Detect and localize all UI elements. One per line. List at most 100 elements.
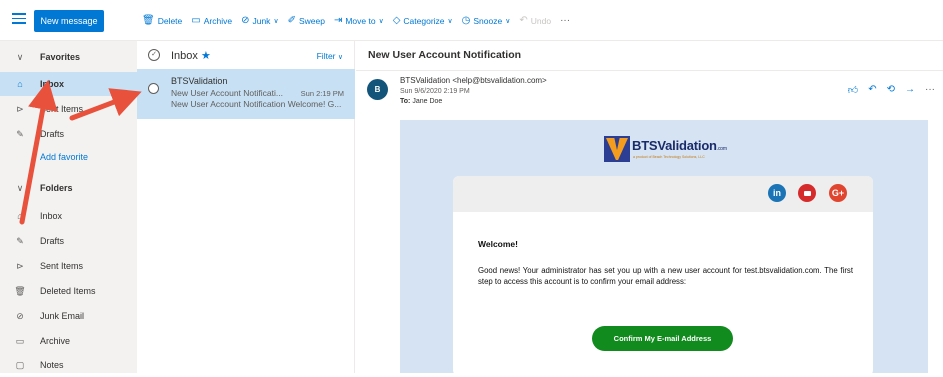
email-actions: 👍︎ ↶ ⟲ → ··· (838, 84, 935, 96)
move-icon: ⇥ (333, 15, 343, 26)
message-list-header: ✓ Inbox ★ Filter ∨ (137, 41, 355, 69)
filter-button[interactable]: Filter ∨ (317, 51, 343, 61)
youtube-icon[interactable] (798, 184, 816, 202)
block-icon: ⊘ (16, 310, 24, 321)
message-select-radio[interactable] (148, 83, 159, 94)
pencil-icon: ✎ (16, 235, 24, 246)
trash-icon: 🗑 (14, 285, 26, 296)
message-time: Sun 2:19 PM (300, 89, 344, 98)
snooze-button[interactable]: ◷ Snooze ∨ (461, 15, 511, 27)
message-preview: New User Account Notification Welcome! G… (171, 99, 342, 109)
to-label: To: (400, 98, 411, 105)
nav-item-label: Sent Items (40, 261, 84, 271)
welcome-heading: Welcome! (478, 239, 518, 249)
chevron-down-icon: ∨ (337, 54, 343, 61)
chevron-down-icon: ∨ (505, 18, 511, 25)
message-list-item[interactable]: BTSValidation New User Account Notificat… (137, 69, 355, 119)
reply-icon[interactable]: ↶ (868, 84, 876, 96)
add-favorite-link[interactable]: Add favorite (0, 145, 137, 169)
logo-tagline: a product of Beach Technology Solutions,… (633, 155, 705, 159)
inbox-icon: ⌂ (17, 79, 23, 89)
star-icon[interactable]: ★ (201, 50, 211, 62)
folder-pane: ∨ Favorites ⌂ Inbox ⊳ Sent Items ✎ Drafts Ad… (0, 41, 137, 373)
list-title-text: Inbox (171, 50, 198, 62)
nav-item-drafts[interactable]: ✎ Drafts (0, 229, 137, 253)
email-card: in G+ Welcome! Good news! Your administr… (453, 176, 873, 376)
command-bar: New message 🗑 Delete ▭ Archive ⊘ Junk ∨ ✐ Swe… (0, 0, 943, 41)
nav-item-label: Archive (40, 336, 71, 346)
junk-button[interactable]: ⊘ Junk ∨ (241, 15, 279, 27)
favorites-header[interactable]: ∨ Favorites (0, 45, 137, 69)
move-to-label: Move to (345, 16, 376, 26)
nav-item-label: Junk Email (40, 311, 85, 321)
more-icon[interactable]: ··· (925, 84, 935, 96)
recipient-name[interactable]: Jane Doe (412, 98, 442, 105)
move-to-button[interactable]: ⇥ Move to ∨ (333, 15, 384, 27)
chevron-down-icon: ∨ (273, 18, 279, 25)
logo-mark (604, 136, 630, 162)
btsvalidation-logo: BTSValidation.com a product of Beach Tec… (604, 136, 727, 164)
filter-label: Filter (316, 51, 336, 61)
delete-label: Delete (157, 16, 183, 26)
broom-icon: ✐ (287, 15, 296, 26)
nav-item-deleted-items[interactable]: 🗑 Deleted Items (0, 279, 137, 303)
new-message-button[interactable]: New message (34, 10, 104, 32)
archive-icon: ▭ (15, 335, 25, 346)
nav-item-archive[interactable]: ▭ Archive (0, 329, 137, 353)
undo-label: Undo (530, 16, 552, 26)
nav-item-sent-items[interactable]: ⊳ Sent Items (0, 254, 137, 278)
nav-item-label: Inbox (40, 79, 64, 89)
nav-item-favorites-inbox[interactable]: ⌂ Inbox (0, 72, 137, 96)
block-icon: ⊘ (241, 15, 250, 26)
nav-item-favorites-drafts[interactable]: ✎ Drafts (0, 122, 137, 146)
nav-item-junk-email[interactable]: ⊘ Junk Email (0, 304, 137, 328)
clock-icon: ◷ (461, 15, 471, 26)
chevron-down-icon: ∨ (16, 51, 24, 62)
sender-avatar[interactable]: B (367, 79, 388, 100)
send-icon: ⊳ (16, 260, 24, 271)
logo-suffix: .com (716, 146, 727, 152)
categorize-label: Categorize (403, 16, 445, 26)
linkedin-icon[interactable]: in (768, 184, 786, 202)
confirm-email-button[interactable]: Confirm My E-mail Address (592, 326, 733, 351)
sweep-button[interactable]: ✐ Sweep (287, 15, 325, 27)
chevron-down-icon: ∨ (378, 18, 384, 25)
forward-icon[interactable]: → (905, 84, 915, 96)
undo-button[interactable]: ↶ Undo (519, 16, 552, 27)
categorize-button[interactable]: ◇ Categorize ∨ (393, 16, 453, 27)
snooze-label: Snooze (473, 16, 503, 26)
archive-icon: ▭ (191, 15, 201, 26)
chevron-down-icon: ∨ (447, 18, 453, 25)
google-plus-icon[interactable]: G+ (829, 184, 847, 202)
folders-label: Folders (40, 183, 73, 193)
list-title: Inbox ★ (171, 49, 211, 62)
logo-name: BTSValidation (632, 138, 717, 153)
nav-item-inbox[interactable]: ⌂ Inbox (0, 204, 137, 228)
email-body-text: Good news! Your administrator has set yo… (478, 266, 853, 286)
more-icon: ··· (560, 15, 571, 26)
more-options-button[interactable]: ··· (560, 16, 573, 26)
junk-label: Junk (252, 16, 271, 26)
reading-pane: New User Account Notification B BTSValid… (356, 41, 943, 376)
sender-address[interactable]: BTSValidation <help@btsvalidation.com> (400, 76, 547, 85)
inbox-icon: ⌂ (17, 211, 23, 221)
note-icon: ▢ (15, 359, 25, 370)
delete-button[interactable]: 🗑 Delete (142, 16, 183, 27)
pencil-icon: ✎ (16, 128, 24, 139)
email-subject: New User Account Notification (368, 49, 522, 61)
like-icon[interactable]: 👍︎ (848, 84, 858, 96)
hamburger-menu-icon[interactable] (12, 13, 26, 25)
nav-item-label: Notes (40, 360, 64, 370)
reply-all-icon[interactable]: ⟲ (887, 84, 895, 96)
nav-item-notes[interactable]: ▢ Notes (0, 353, 137, 377)
folders-header[interactable]: ∨ Folders (0, 176, 137, 200)
select-all-icon[interactable]: ✓ (148, 49, 160, 61)
nav-item-label: Drafts (40, 236, 65, 246)
chevron-down-icon: ∨ (16, 182, 24, 193)
archive-button[interactable]: ▭ Archive (191, 15, 233, 27)
archive-label: Archive (203, 16, 233, 26)
nav-item-favorites-sent[interactable]: ⊳ Sent Items (0, 97, 137, 121)
nav-item-label: Inbox (40, 211, 63, 221)
send-icon: ⊳ (16, 103, 24, 114)
nav-item-label: Deleted Items (40, 286, 96, 296)
